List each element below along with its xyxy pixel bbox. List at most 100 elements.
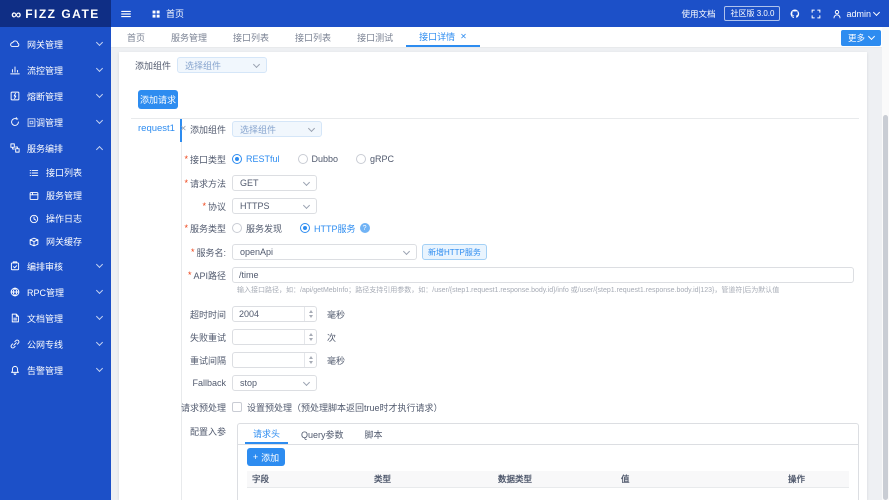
github-icon[interactable] [789,8,801,20]
add-param-label: 添加 [261,452,280,463]
more-button[interactable]: 更多 [841,29,881,46]
sidebar-item-gateway-cache[interactable]: 网关缓存 [0,230,111,253]
sidebar-item-docs[interactable]: 文档管理 [0,305,111,331]
tab-api-test[interactable]: 接口测试 [344,27,406,47]
retry-unit: 次 [327,332,337,343]
sidebar-item-gateway[interactable]: 网关管理 [0,31,111,57]
radio-dubbo[interactable] [297,154,308,164]
hamburger-menu-icon[interactable] [120,8,132,20]
grid-icon [152,10,160,18]
stepper-down-icon[interactable] [308,361,313,364]
user-menu[interactable]: admin [831,8,881,20]
sidebar-item-service-mgmt[interactable]: 服务管理 [0,184,111,207]
scrollbar-thumb[interactable] [883,115,888,500]
tab-label: 首页 [127,32,146,43]
radio-service-discovery-label: 服务发现 [246,223,283,234]
radio-restful[interactable] [232,154,242,164]
params-tab-query[interactable]: Query参数 [293,424,352,444]
preprocess-label: 请求预处理 [180,402,226,413]
api-path-input[interactable] [232,267,854,283]
sidebar-item-api-list[interactable]: 接口列表 [0,161,111,184]
home-label: 首页 [166,9,185,19]
sidebar-item-orchestration[interactable]: 服务编排 [0,135,111,161]
section-divider [131,118,859,119]
radio-service-discovery[interactable] [232,223,242,233]
tab-api-detail[interactable]: 接口详情 ✕ [406,27,480,47]
preprocess-text: 设置预处理（预处理脚本返回true时才执行请求） [247,402,443,413]
stepper-down-icon[interactable] [308,315,313,318]
service-name-label: 服务名: [196,247,226,258]
tab-api-list-2[interactable]: 接口列表 [282,27,344,47]
link-icon [10,339,20,349]
col-field: 字段 [252,474,270,484]
number-stepper[interactable] [304,353,316,367]
chevron-down-icon [95,364,104,373]
col-type: 类型 [374,474,392,484]
required-mark: * [202,201,206,211]
chevron-up-icon [95,145,104,154]
api-path-hint: 输入接口路径，如：/api/getMebInfo；路径支持引用参数，如：/use… [237,287,780,294]
method-select[interactable]: GET [232,175,317,191]
bell-icon [11,365,19,375]
sidebar-item-callback[interactable]: 回调管理 [0,109,111,135]
orchestration-icon [10,143,20,153]
stepper-up-icon[interactable] [308,310,313,313]
sidebar-item-rpc[interactable]: RPC管理 [0,279,111,305]
sidebar-item-label: 熔断管理 [27,91,64,102]
fallback-select[interactable]: stop [232,375,317,391]
inner-component-select-value: 选择组件 [240,124,277,135]
version-badge: 社区版 3.0.0 [724,6,781,21]
add-param-button[interactable]: + 添加 [247,448,285,466]
service-name-select[interactable]: openApi [232,244,417,260]
tab-label: 接口列表 [295,32,332,43]
sidebar-item-public-line[interactable]: 公网专线 [0,331,111,357]
tab-home[interactable]: 首页 [114,27,158,47]
tab-service-mgmt[interactable]: 服务管理 [158,27,220,47]
cache-box-icon [29,237,39,246]
required-mark: * [190,247,195,257]
fullscreen-icon[interactable] [810,8,822,20]
radio-http-service[interactable] [300,223,311,233]
chevron-down-icon [95,90,104,99]
protocol-select[interactable]: HTTPS [232,198,317,214]
inner-component-select[interactable]: 选择组件 [232,121,322,137]
sidebar-item-operation-log[interactable]: 操作日志 [0,207,111,230]
add-request-button[interactable]: 添加请求 [138,90,178,109]
chevron-down-icon [307,124,316,132]
stepper-up-icon[interactable] [308,333,313,336]
service-icon [29,191,39,200]
api-path-row: * API路径 [119,267,859,283]
stepper-up-icon[interactable] [308,356,313,359]
chevron-down-icon [95,286,104,295]
number-stepper[interactable] [304,307,316,321]
sidebar-item-label: 文档管理 [27,313,64,324]
breadcrumb-home[interactable]: 首页 [150,7,184,20]
number-stepper[interactable] [304,330,316,344]
help-icon[interactable]: ? [359,223,370,233]
tab-api-list-1[interactable]: 接口列表 [220,27,282,47]
page-tab-bar: 首页 服务管理 接口列表 接口列表 接口测试 接口详情 ✕ [111,27,889,48]
sidebar-item-flow-control[interactable]: 流控管理 [0,57,111,83]
params-panel: 请求头 Query参数 脚本 + 添加 字段 类型 数据类型 值 操作 [237,423,859,500]
api-type-row: * 接口类型 RESTful Dubbo gRPC [119,152,394,166]
params-table-header: 字段 类型 数据类型 值 操作 [247,471,849,488]
circuit-break-icon [10,91,20,101]
chevron-down-icon [302,201,311,209]
new-http-service-button[interactable]: 新增HTTP服务 [422,244,487,260]
stepper-down-icon[interactable] [308,338,313,341]
api-path-label: API路径 [193,270,226,281]
username: admin [846,8,871,19]
preprocess-checkbox[interactable] [232,402,242,412]
timeout-label: 超时时间 [189,309,226,320]
close-icon[interactable]: ✕ [460,32,467,41]
params-tab-label: 脚本 [364,429,383,440]
component-select[interactable]: 选择组件 [177,57,267,73]
params-tab-headers[interactable]: 请求头 [245,424,289,444]
radio-grpc[interactable] [356,154,367,164]
params-tab-script[interactable]: 脚本 [357,424,391,444]
sidebar-item-circuit-break[interactable]: 熔断管理 [0,83,111,109]
sidebar-item-alarm[interactable]: 告警管理 [0,357,111,383]
docs-link[interactable]: 使用文档 [681,8,715,20]
sidebar-item-audit[interactable]: 编排审核 [0,253,111,279]
retry-row: 失败重试 次 [119,329,336,345]
